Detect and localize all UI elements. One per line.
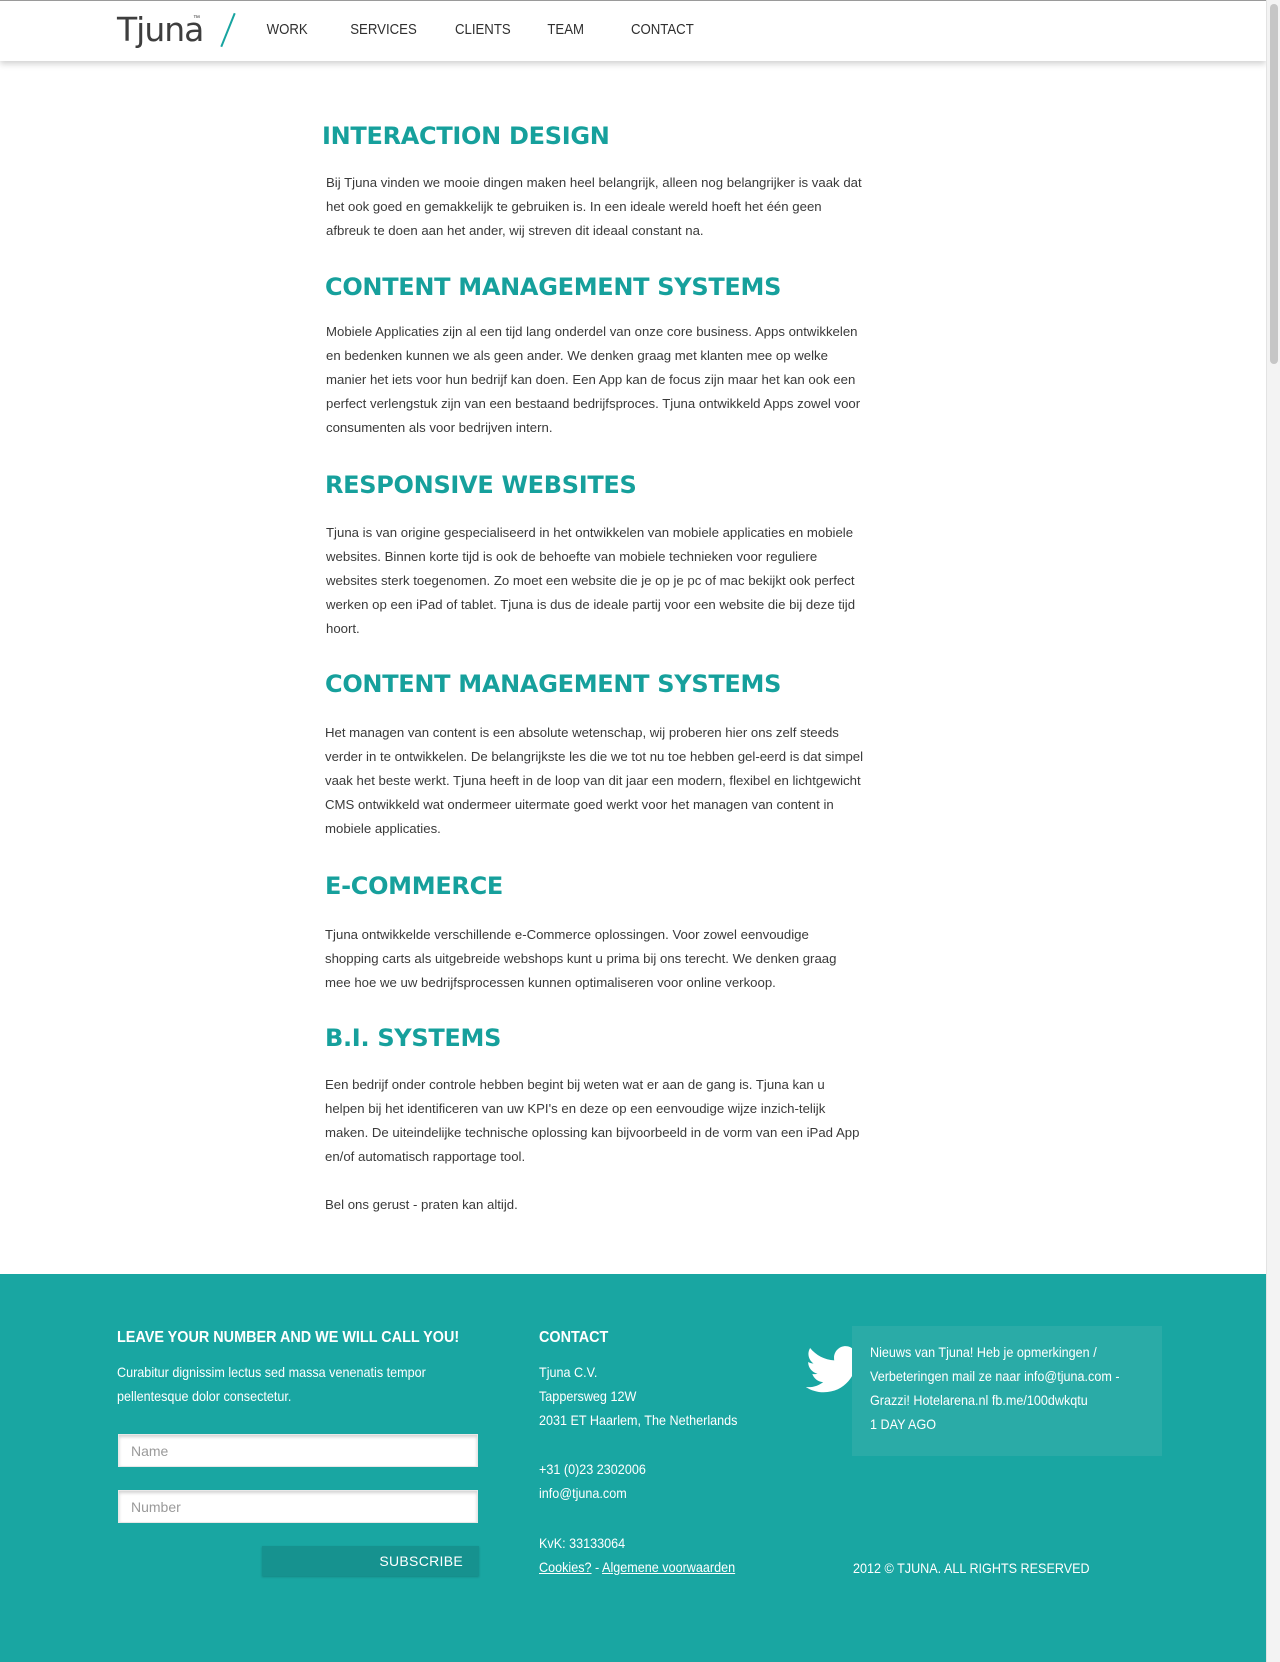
footer-links: Cookies? - Algemene voorwaarden [539, 1555, 735, 1579]
logo-trademark: ™ [193, 15, 200, 22]
section-text: Tjuna ontwikkelde verschillende e-Commer… [325, 927, 837, 990]
scrollbar-thumb[interactable] [1270, 4, 1278, 364]
section-text: Tjuna is van origine gespecialiseerd in … [326, 525, 856, 636]
callback-title: LEAVE YOUR NUMBER AND WE WILL CALL YOU! [117, 1329, 460, 1346]
link-separator: - [591, 1559, 603, 1575]
callback-text: Curabitur dignissim lectus sed massa ven… [117, 1364, 426, 1404]
section-text: Bij Tjuna vinden we mooie dingen maken h… [326, 175, 862, 238]
section-title: CONTENT MANAGEMENT SYSTEMS [325, 273, 782, 301]
site-header: Tjuna ™ WORK SERVICES CLIENTS TEAM CONTA… [0, 0, 1266, 61]
cookies-link[interactable]: Cookies? [539, 1559, 592, 1575]
name-input[interactable] [118, 1434, 478, 1467]
section-title: B.I. SYSTEMS [325, 1024, 502, 1052]
section-title: CONTENT MANAGEMENT SYSTEMS [325, 670, 782, 698]
section-title: E-COMMERCE [325, 872, 504, 900]
nav-services[interactable]: SERVICES [350, 21, 417, 38]
contact-email[interactable]: info@tjuna.com [539, 1481, 627, 1505]
kvk-number: KvK: 33133064 [539, 1535, 626, 1551]
nav-team[interactable]: TEAM [547, 21, 584, 38]
nav-contact[interactable]: CONTACT [631, 21, 694, 38]
copyright: 2012 © TJUNA. ALL RIGHTS RESERVED [853, 1560, 1090, 1576]
subscribe-button[interactable]: SUBSCRIBE [262, 1546, 479, 1576]
logo-slash-divider [220, 12, 236, 48]
tweet-timestamp: 1 DAY AGO [870, 1416, 937, 1432]
section-title: INTERACTION DESIGN [322, 122, 610, 150]
contact-title: CONTACT [539, 1329, 609, 1346]
section-text: Het managen van content is een absolute … [325, 725, 864, 836]
tweet-card: Nieuws van Tjuna! Heb je opmerkingen / V… [852, 1326, 1162, 1456]
page-scrollbar[interactable] [1266, 0, 1280, 1662]
section-text: Een bedrijf onder controle hebben begint… [325, 1077, 860, 1164]
contact-phone: +31 (0)23 2302006 [539, 1461, 646, 1477]
section-text: Mobiele Applicaties zijn al een tijd lan… [326, 324, 861, 435]
closing-text: Bel ons gerust - praten kan altijd. [325, 1197, 518, 1212]
tjuna-logo[interactable]: Tjuna [117, 10, 204, 49]
section-title: RESPONSIVE WEBSITES [325, 471, 637, 499]
number-input[interactable] [118, 1490, 478, 1523]
contact-address: Tjuna C.V. Tappersweg 12W 2031 ET Haarle… [539, 1364, 738, 1428]
tweet-text: Nieuws van Tjuna! Heb je opmerkingen / V… [870, 1340, 1176, 1436]
nav-clients[interactable]: CLIENTS [455, 21, 511, 38]
site-footer: LEAVE YOUR NUMBER AND WE WILL CALL YOU! … [0, 1274, 1266, 1662]
terms-link[interactable]: Algemene voorwaarden [602, 1559, 735, 1575]
nav-work[interactable]: WORK [267, 21, 308, 38]
